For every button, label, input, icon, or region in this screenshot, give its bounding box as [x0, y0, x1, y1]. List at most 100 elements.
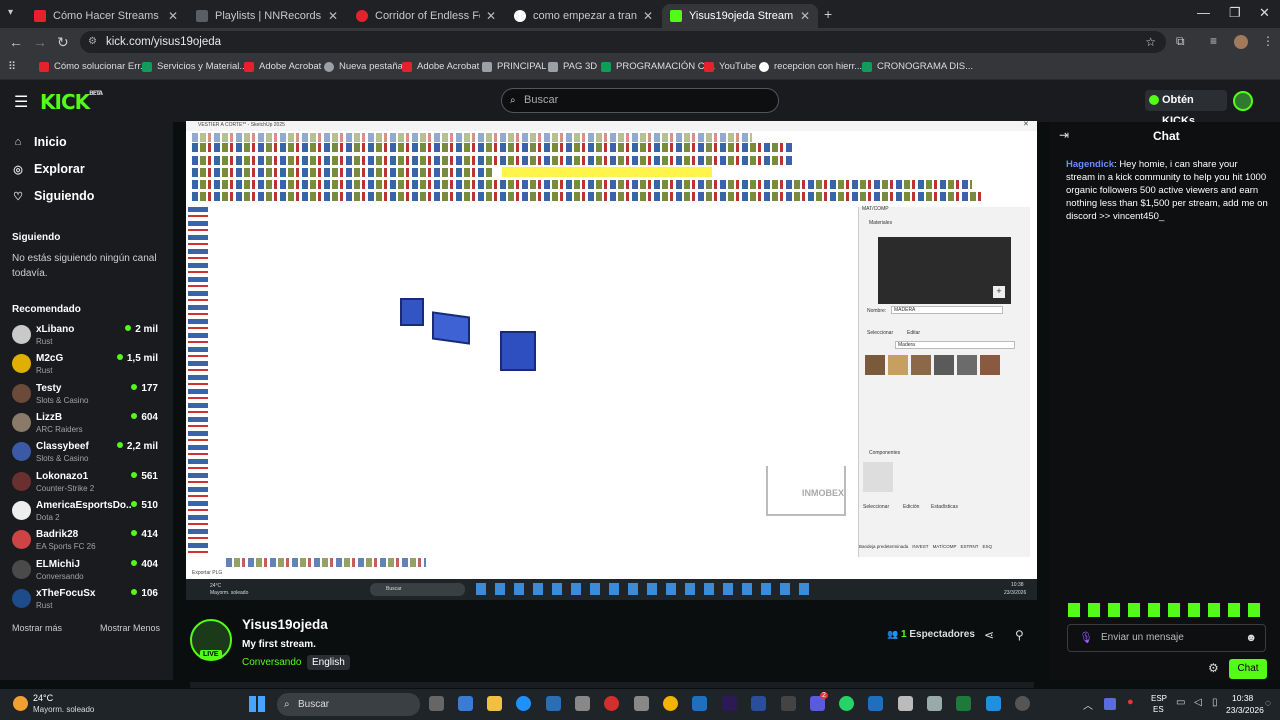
app-icon[interactable]	[1015, 696, 1030, 711]
get-kicks-button[interactable]: Obtén KICKs	[1145, 90, 1227, 127]
notifications-icon[interactable]: ◌	[1265, 698, 1271, 709]
close-icon[interactable]: ✕	[168, 9, 178, 23]
taskbar-search[interactable]: ⌕ Buscar	[277, 693, 420, 716]
chat-input[interactable]: 🎙 Enviar un mensaje ☻	[1067, 624, 1266, 652]
whatsapp-icon[interactable]	[839, 696, 854, 711]
edge-icon[interactable]	[516, 696, 531, 711]
microphone-tray-icon[interactable]: ●	[1127, 696, 1134, 708]
recommended-channel[interactable]: Lokonazo1 Counter-Strike 2 561	[12, 471, 162, 499]
recommended-channel[interactable]: LizzB ARC Raiders 604	[12, 412, 162, 440]
profile-avatar[interactable]	[1234, 35, 1248, 49]
menu-icon[interactable]: ⋮	[1262, 34, 1274, 48]
bookmark-star-icon[interactable]: ☆	[1145, 31, 1156, 53]
chat-send-button[interactable]: Chat	[1229, 659, 1267, 679]
tray-tab[interactable]: MAT/COMP	[933, 544, 957, 552]
chrome-icon[interactable]	[663, 696, 678, 711]
microphone-icon[interactable]: 🎙	[1079, 625, 1093, 651]
bookmark-item[interactable]: PAG 3D	[548, 61, 597, 72]
close-icon[interactable]: ✕	[328, 9, 338, 23]
tab-list-icon[interactable]: ▾	[8, 7, 13, 18]
browser-tab[interactable]: Cómo Hacer Streams en Kick (C ✕	[26, 4, 186, 28]
excel-icon[interactable]	[956, 696, 971, 711]
store-icon[interactable]	[575, 696, 590, 711]
clock-date[interactable]: 23/3/2026	[1226, 705, 1264, 715]
media-icon[interactable]: ≡	[1210, 34, 1217, 48]
new-tab-button[interactable]: +	[824, 6, 832, 22]
app-icon[interactable]	[458, 696, 473, 711]
bookmark-item[interactable]: Adobe Acrobat	[244, 61, 321, 72]
language-indicator[interactable]: ESP	[1151, 694, 1167, 703]
collapse-chat-icon[interactable]: ⇥	[1059, 128, 1069, 142]
material-swatch[interactable]	[888, 355, 908, 375]
tray-expand-icon[interactable]: ︿	[1083, 697, 1093, 712]
sketchup-close-icon[interactable]: ✕	[1023, 120, 1029, 128]
bookmark-item[interactable]: YouTube	[704, 61, 756, 72]
browser-tab[interactable]: como empezar a transmitir en ✕	[506, 4, 661, 28]
start-icon[interactable]	[249, 696, 265, 712]
app-icon[interactable]	[546, 696, 561, 711]
show-less-link[interactable]: Mostrar Menos	[100, 623, 160, 633]
back-icon[interactable]: ←	[9, 34, 23, 50]
close-icon[interactable]: ✕	[643, 9, 653, 23]
premiere-icon[interactable]	[722, 696, 737, 711]
material-swatch[interactable]	[980, 355, 1000, 375]
bookmark-item[interactable]: Cómo solucionar Err...	[39, 61, 148, 72]
bookmark-item[interactable]: CRONOGRAMA DIS...	[862, 61, 973, 72]
nav-home[interactable]: ⌂ Inicio	[12, 135, 67, 149]
recommended-channel[interactable]: Badrik28 EA Sports FC 26 414	[12, 529, 162, 557]
show-more-link[interactable]: Mostrar más	[12, 623, 62, 633]
material-category-select[interactable]: Madera	[895, 341, 1015, 349]
material-swatch[interactable]	[865, 355, 885, 375]
material-swatch[interactable]	[934, 355, 954, 375]
video-player[interactable]: VESTIER A CORTE** - SketchUp 2025 ✕ INMO…	[186, 121, 1037, 600]
app-icon[interactable]	[898, 696, 913, 711]
site-info-icon[interactable]: ⚙	[88, 31, 97, 53]
file-explorer-icon[interactable]	[487, 696, 502, 711]
recommended-channel[interactable]: xTheFocuSx Rust 106	[12, 588, 162, 616]
kick-logo[interactable]: KICKBETA	[40, 90, 103, 114]
recommended-channel[interactable]: Testy Slots & Casino 177	[12, 383, 162, 411]
tray-tab[interactable]: Bandeja predeterminada	[859, 544, 908, 552]
app-icon[interactable]	[751, 696, 766, 711]
calculator-icon[interactable]	[634, 696, 649, 711]
battery-icon[interactable]: ▯	[1212, 697, 1218, 708]
apps-icon[interactable]: ⠿	[8, 60, 16, 73]
volume-icon[interactable]: ◁	[1194, 697, 1202, 708]
channel-name[interactable]: Yisus19ojeda	[242, 617, 328, 632]
browser-tab[interactable]: Corridor of Endless Footste ✕	[348, 4, 504, 28]
url-field[interactable]: ⚙ kick.com/yisus19ojeda ☆	[80, 31, 1166, 53]
tray-tab[interactable]: ESQ	[982, 544, 992, 552]
recommended-channel[interactable]: ELMichiJ Conversando 404	[12, 559, 162, 587]
recommended-channel[interactable]: Classybeef Slots & Casino 2,2 mil	[12, 441, 162, 469]
network-icon[interactable]: ▭	[1176, 697, 1185, 708]
app-icon[interactable]	[927, 696, 942, 711]
recommended-channel[interactable]: xLibano Rust 2 mil	[12, 324, 162, 352]
tray-tab[interactable]: ESTRNT	[960, 544, 978, 552]
window-close-icon[interactable]: ✕	[1259, 5, 1270, 21]
close-icon[interactable]: ✕	[800, 9, 810, 23]
share-icon[interactable]: ⋖	[984, 628, 994, 642]
tray-tab[interactable]: INVEST	[912, 544, 928, 552]
search-input[interactable]: ⌕ Buscar	[501, 88, 779, 113]
comp-tab[interactable]: Estadísticas	[931, 504, 958, 510]
reload-icon[interactable]: ↻	[57, 34, 69, 51]
nav-explore[interactable]: ◎ Explorar	[12, 162, 85, 176]
recommended-channel[interactable]: M2cG Rust 1,5 mil	[12, 353, 162, 381]
browser-tab[interactable]: Playlists | NNRecords ✕	[188, 4, 346, 28]
nav-following[interactable]: ♡ Siguiendo	[12, 189, 94, 203]
comp-tab[interactable]: Seleccionar	[863, 504, 889, 510]
tab-edit[interactable]: Editar	[907, 330, 920, 336]
follow-icon[interactable]: ⚲	[1015, 628, 1024, 642]
recommended-channel[interactable]: AmericaEsportsDo... Dota 2 510	[12, 500, 162, 528]
bookmark-item[interactable]: Nueva pestaña	[324, 61, 403, 72]
app-icon[interactable]	[986, 696, 1001, 711]
opera-icon[interactable]	[604, 696, 619, 711]
bookmark-item[interactable]: PROGRAMACIÓN CI...	[601, 61, 715, 72]
add-material-icon[interactable]: +	[993, 286, 1005, 298]
emoji-icon[interactable]: ☻	[1245, 625, 1257, 651]
material-swatch[interactable]	[911, 355, 931, 375]
emote-bar[interactable]	[1068, 603, 1266, 617]
material-swatch[interactable]	[957, 355, 977, 375]
comp-tab[interactable]: Edición	[903, 504, 919, 510]
chat-settings-icon[interactable]: ⚙	[1208, 661, 1219, 675]
